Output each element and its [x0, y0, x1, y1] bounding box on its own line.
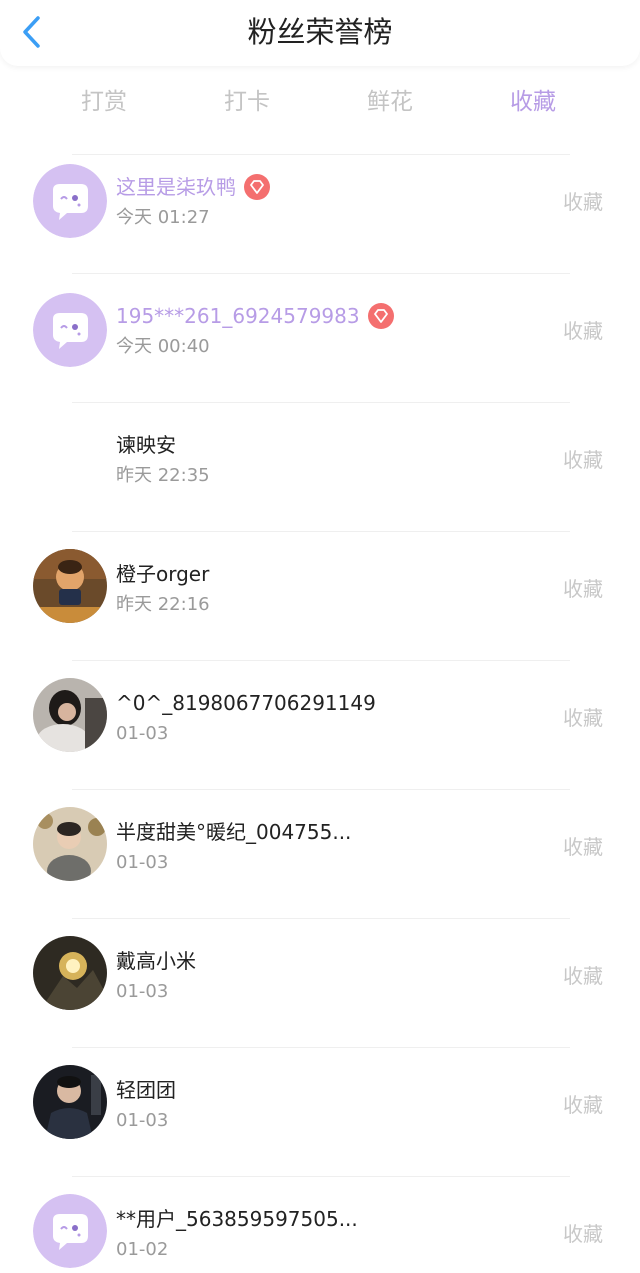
fan-name-text: 这里是柒玖鸭: [116, 175, 236, 199]
avatar[interactable]: [33, 936, 107, 1010]
avatar[interactable]: [33, 1065, 107, 1139]
user-photo-avatar: [33, 1065, 107, 1139]
fan-name[interactable]: 这里是柒玖鸭: [116, 173, 270, 201]
fan-name[interactable]: 戴高小米: [116, 947, 196, 975]
fan-name[interactable]: 轻团团: [116, 1076, 176, 1104]
divider: [72, 1047, 570, 1048]
avatar[interactable]: [33, 164, 107, 238]
fan-time: 01-03: [116, 723, 169, 744]
list-item[interactable]: 195***261_6924579983 今天 00:40 收藏: [0, 283, 640, 412]
fan-name[interactable]: 谏映安: [116, 431, 176, 459]
divider: [72, 531, 570, 532]
fan-time: 01-03: [116, 981, 169, 1002]
avatar[interactable]: [33, 807, 107, 881]
fan-time: 昨天 22:35: [116, 465, 210, 486]
list-item[interactable]: 橙子orger 昨天 22:16 收藏: [0, 541, 640, 670]
avatar[interactable]: [33, 678, 107, 752]
top-bar: 粉丝荣誉榜: [0, 0, 640, 66]
tab-bar: 打赏 打卡 鲜花 收藏: [0, 80, 640, 136]
fan-name[interactable]: 橙子orger: [116, 560, 209, 588]
list-item[interactable]: 戴高小米 01-03 收藏: [0, 928, 640, 1057]
fan-name[interactable]: 半度甜美°暖纪_004755...: [116, 818, 351, 846]
fan-name[interactable]: ^0^_8198067706291149: [116, 689, 376, 717]
diamond-badge-icon: [244, 174, 270, 200]
user-photo-avatar: [33, 936, 107, 1010]
diamond-badge-icon: [367, 303, 394, 329]
fan-time: 01-03: [116, 852, 169, 873]
favorite-label: 收藏: [563, 319, 603, 343]
fan-name-text: 195***261_6924579983: [116, 304, 360, 328]
fan-time: 今天 01:27: [116, 207, 210, 228]
list-item[interactable]: 这里是柒玖鸭 今天 01:27 收藏: [0, 154, 640, 283]
list-item[interactable]: **用户_563859597505... 01-02 收藏: [0, 1186, 640, 1273]
divider: [72, 273, 570, 274]
favorite-label: 收藏: [563, 964, 603, 988]
tab-flowers[interactable]: 鲜花: [335, 80, 445, 124]
favorite-label: 收藏: [563, 190, 603, 214]
list-item[interactable]: 谏映安 昨天 22:35 收藏: [0, 412, 640, 541]
favorite-label: 收藏: [563, 577, 603, 601]
list-item[interactable]: 半度甜美°暖纪_004755... 01-03 收藏: [0, 799, 640, 928]
favorite-label: 收藏: [563, 706, 603, 730]
default-chat-avatar-icon: [33, 293, 107, 367]
avatar[interactable]: [33, 293, 107, 367]
tab-favorites[interactable]: 收藏: [478, 80, 588, 124]
user-photo-avatar: [33, 678, 107, 752]
fan-name[interactable]: 195***261_6924579983: [116, 302, 394, 330]
default-chat-avatar-icon: [33, 1194, 107, 1268]
fan-name[interactable]: **用户_563859597505...: [116, 1205, 358, 1233]
user-photo-avatar: [33, 549, 107, 623]
divider: [72, 918, 570, 919]
avatar[interactable]: [33, 1194, 107, 1268]
favorite-label: 收藏: [563, 1222, 603, 1246]
favorite-label: 收藏: [563, 1093, 603, 1117]
list-item[interactable]: ^0^_8198067706291149 01-03 收藏: [0, 670, 640, 799]
tab-checkin[interactable]: 打卡: [192, 80, 302, 124]
divider: [72, 402, 570, 403]
fan-time: 01-02: [116, 1239, 169, 1260]
favorite-label: 收藏: [563, 448, 603, 472]
list-item[interactable]: 轻团团 01-03 收藏: [0, 1057, 640, 1186]
fan-time: 01-03: [116, 1110, 169, 1131]
page-title: 粉丝荣誉榜: [247, 15, 393, 49]
tab-tip[interactable]: 打赏: [49, 80, 159, 124]
fan-time: 今天 00:40: [116, 336, 210, 357]
divider: [72, 1176, 570, 1177]
default-chat-avatar-icon: [33, 164, 107, 238]
divider: [72, 660, 570, 661]
avatar[interactable]: [33, 549, 107, 623]
user-photo-avatar: [33, 807, 107, 881]
fan-time: 昨天 22:16: [116, 594, 210, 615]
divider: [72, 789, 570, 790]
favorite-label: 收藏: [563, 835, 603, 859]
